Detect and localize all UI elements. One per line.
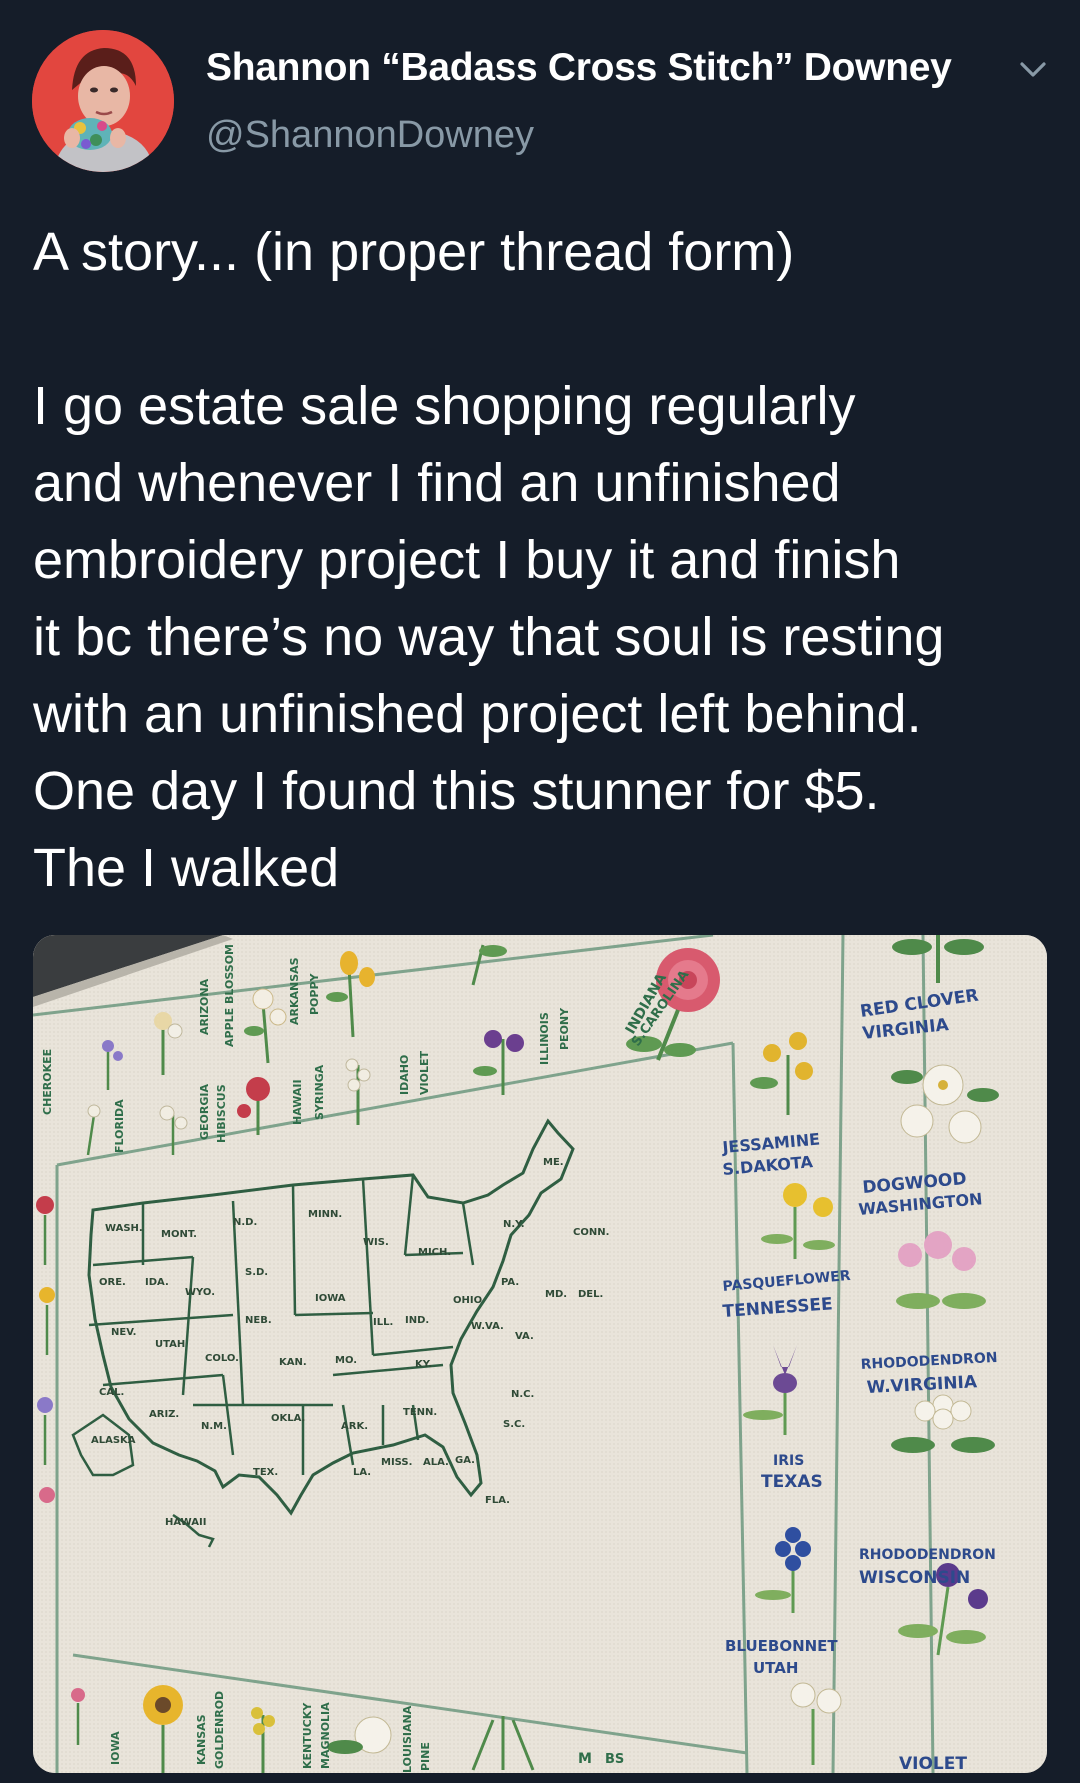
state-label: IDA. (145, 1277, 169, 1288)
avatar[interactable] (32, 30, 174, 172)
tweet-text: A story... (in proper thread form) I go … (33, 214, 1053, 907)
user-handle[interactable]: @ShannonDowney (206, 114, 534, 157)
tweet-line: One day I found this stunner for $5. (33, 761, 880, 821)
border-label: CHEROKEE (41, 1049, 54, 1115)
tweet: Shannon “Badass Cross Stitch” Downey @Sh… (0, 0, 1080, 1783)
border-label: VIOLET (418, 1051, 431, 1095)
state-label: VA. (515, 1331, 534, 1342)
state-label: S.D. (245, 1267, 268, 1278)
state-label: WYO. (185, 1287, 215, 1298)
state-label: N.Y. (503, 1219, 525, 1230)
state-label: KAN. (279, 1357, 307, 1368)
border-label: RHODODENDRON (859, 1547, 996, 1563)
state-label: NEB. (245, 1315, 272, 1326)
state-label: ORE. (99, 1277, 126, 1288)
state-label: MICH. (418, 1247, 451, 1258)
state-label: N.M. (201, 1421, 227, 1432)
border-label: SYRINGA (313, 1064, 326, 1120)
border-label: BLUEBONNET (725, 1637, 838, 1655)
state-label: HAWAII (165, 1517, 206, 1528)
border-label: MAGNOLIA (319, 1702, 332, 1769)
border-label: WISCONSIN (859, 1568, 970, 1588)
tweet-line: The I walked (33, 838, 340, 898)
tweet-line: A story... (in proper thread form) (33, 222, 795, 282)
border-label: HIBISCUS (215, 1084, 228, 1143)
state-label: IOWA (315, 1293, 346, 1304)
display-name[interactable]: Shannon “Badass Cross Stitch” Downey (206, 46, 952, 90)
state-label: TENN. (403, 1407, 437, 1418)
state-label: N.D. (233, 1217, 257, 1228)
state-label: NEV. (111, 1327, 136, 1338)
state-label: ILL. (373, 1317, 393, 1328)
state-label: DEL. (578, 1289, 603, 1300)
border-label: PEONY (558, 1007, 571, 1050)
state-label: WIS. (363, 1237, 389, 1248)
border-label: GEORGIA (198, 1084, 211, 1140)
state-label: CAL. (99, 1387, 124, 1398)
border-label: GOLDENROD (213, 1691, 226, 1769)
state-label: MONT. (161, 1229, 197, 1240)
tweet-line: embroidery project I buy it and finish (33, 530, 901, 590)
state-label: W.VA. (471, 1321, 504, 1332)
border-label: ILLINOIS (538, 1012, 551, 1065)
border-label: VIOLET (899, 1754, 967, 1773)
border-label: PINE (419, 1742, 432, 1771)
border-label: IOWA (109, 1731, 122, 1765)
state-label: FLA. (485, 1495, 510, 1506)
tweet-line: I go estate sale shopping regularly (33, 376, 856, 436)
state-label: S.C. (503, 1419, 525, 1430)
state-label: CONN. (573, 1227, 609, 1238)
state-label: KY. (415, 1359, 432, 1370)
border-label: HAWAII (291, 1079, 304, 1125)
state-label: ME. (543, 1157, 564, 1168)
tweet-line: it bc there’s no way that soul is restin… (33, 607, 945, 667)
state-label: IND. (405, 1315, 429, 1326)
state-label: ARK. (341, 1421, 368, 1432)
state-label: MISS. (381, 1457, 412, 1468)
border-label: ARKANSAS (288, 957, 301, 1025)
state-label: LA. (353, 1467, 371, 1478)
border-label: UTAH (753, 1659, 798, 1677)
state-label: TEX. (253, 1467, 278, 1478)
border-label: KENTUCKY (301, 1702, 314, 1769)
tweet-line: with an unfinished project left behind. (33, 684, 922, 744)
state-label: ALA. (423, 1457, 449, 1468)
border-label: M (578, 1751, 592, 1767)
border-label: ARIZONA (198, 978, 211, 1035)
state-label: COLO. (205, 1353, 239, 1364)
state-label: MO. (335, 1355, 357, 1366)
state-label: OKLA. (271, 1413, 305, 1424)
border-label: BS (605, 1752, 624, 1767)
state-label: WASH. (105, 1223, 143, 1234)
tweet-line: and whenever I find an unfinished (33, 453, 841, 513)
border-label: POPPY (308, 972, 321, 1015)
state-label: PA. (501, 1277, 519, 1288)
state-label: N.C. (511, 1389, 534, 1400)
chevron-down-icon[interactable] (1016, 55, 1050, 85)
state-label: ARIZ. (149, 1409, 179, 1420)
state-label: MINN. (308, 1209, 342, 1220)
state-label: ALASKA (91, 1435, 136, 1446)
state-label: OHIO (453, 1295, 482, 1306)
state-label: MD. (545, 1289, 567, 1300)
embroidery-photo[interactable]: ARIZONA APPLE BLOSSOM ARKANSAS POPPY SYR… (33, 935, 1047, 1773)
border-label: IDAHO (398, 1055, 411, 1095)
border-label: TEXAS (761, 1472, 823, 1492)
state-label: GA. (455, 1455, 475, 1466)
border-label: APPLE BLOSSOM (223, 944, 236, 1047)
border-label: KANSAS (195, 1714, 208, 1765)
border-label: IRIS (773, 1453, 804, 1469)
border-label: LOUISIANA (401, 1705, 414, 1773)
state-label: UTAH (155, 1339, 185, 1350)
border-label: FLORIDA (113, 1099, 126, 1153)
